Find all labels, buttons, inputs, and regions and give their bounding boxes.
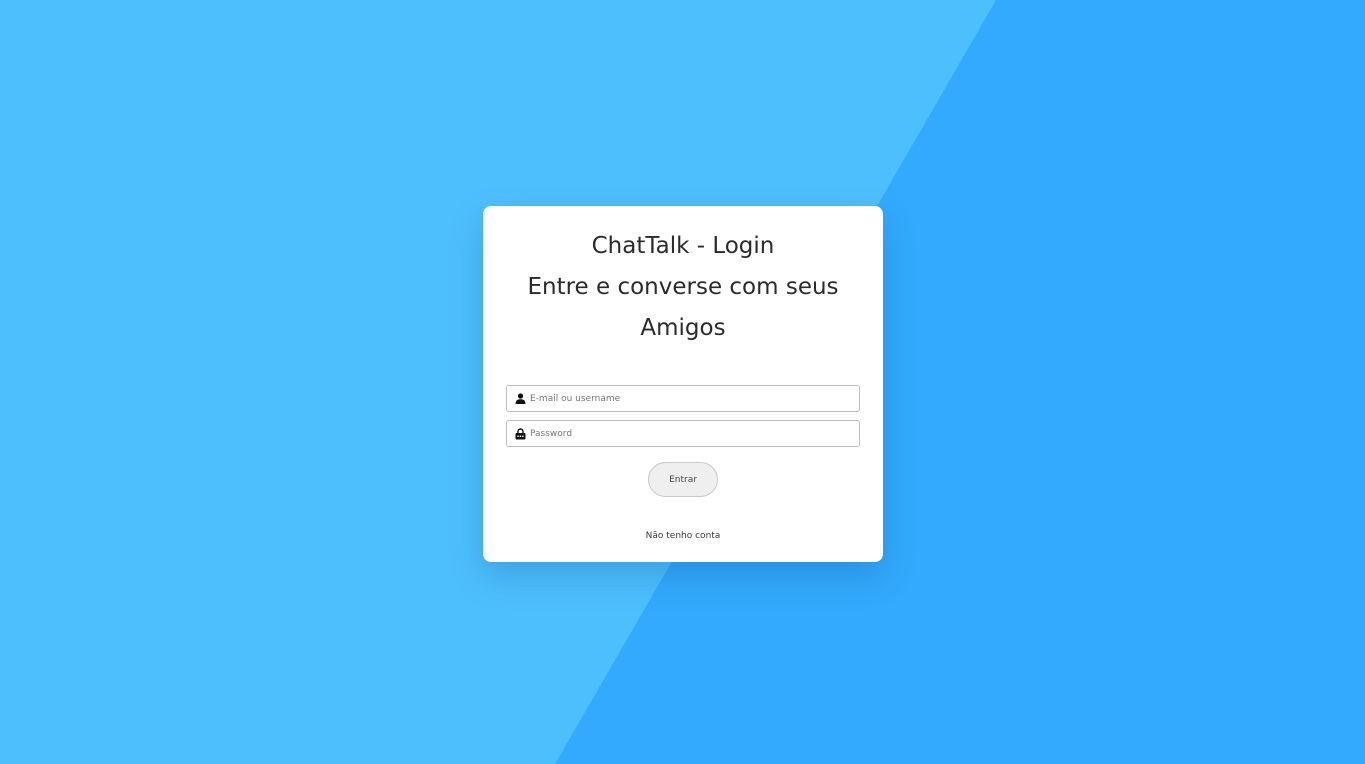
lock-icon	[514, 427, 526, 440]
user-icon	[514, 393, 526, 405]
password-input[interactable]	[530, 421, 859, 446]
login-button[interactable]: Entrar	[648, 462, 718, 497]
login-card: ChatTalk - Login Entre e converse com se…	[483, 206, 883, 562]
page-subtitle: Entre e converse com seus Amigos	[527, 274, 839, 341]
email-input[interactable]	[530, 386, 859, 411]
password-field-wrapper	[506, 420, 860, 447]
email-field-wrapper	[506, 385, 860, 412]
signup-link[interactable]: Não tenho conta	[483, 531, 883, 541]
page-title: ChatTalk - Login	[591, 233, 775, 259]
